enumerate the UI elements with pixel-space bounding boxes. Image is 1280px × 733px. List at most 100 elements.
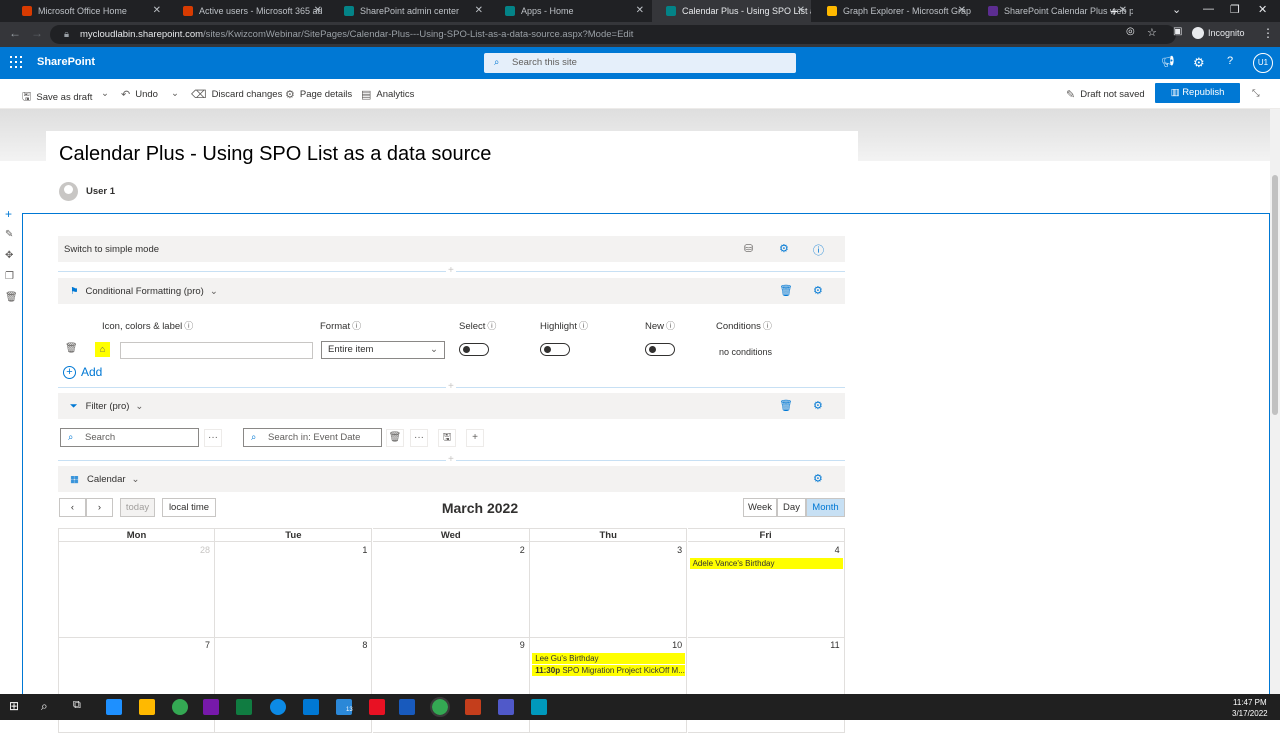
excel-icon[interactable] [236,699,252,715]
rule-label-input[interactable] [120,342,313,359]
tab-search-icon[interactable]: ⌄ [1172,3,1181,16]
save-as-draft-button[interactable]: 🖫︎ Save as draft [22,88,92,107]
calendar-day-cell[interactable]: 1 [215,542,373,638]
move-section-icon[interactable]: ✥ [5,250,13,261]
windows-start-icon[interactable]: ⊞ [9,699,25,715]
edit-section-icon[interactable]: ✎ [5,229,13,240]
minimize-icon[interactable]: — [1203,3,1214,15]
page-title[interactable]: Calendar Plus - Using SPO List as a data… [59,143,491,166]
page-details-button[interactable]: ⚙ Page details [285,88,352,101]
undo-button[interactable]: ↶ Undo [121,88,158,101]
calendar-event[interactable]: Adele Vance's Birthday [689,558,843,569]
add-section-icon[interactable]: + [5,207,12,221]
settings-icon[interactable]: ⚙ [1193,55,1205,71]
close-tab-icon[interactable]: ✕ [636,5,644,16]
collapse-icon[interactable]: ⤡ [1252,88,1260,99]
view-month-button[interactable]: Month [806,498,845,517]
day-number[interactable]: 8 [362,640,367,650]
search-more-button[interactable]: ··· [204,429,222,447]
forward-icon[interactable]: → [31,26,43,40]
info-icon[interactable]: ⓘ [813,242,824,258]
page-scrollbar-thumb[interactable] [1272,175,1278,415]
filter-settings-icon[interactable]: ⚙ [813,399,823,412]
calendar-day-cell[interactable]: 4 [687,542,845,638]
database-icon[interactable]: ⛁ [744,242,753,255]
megaphone-icon[interactable]: 📢︎ [1161,55,1175,68]
todo-icon[interactable]: 13 [336,699,353,715]
close-tab-icon[interactable]: ✕ [1119,5,1127,16]
info-icon[interactable]: ⓘ [763,321,772,331]
back-icon[interactable]: ← [9,26,21,40]
calendar-day-cell[interactable]: 3 [530,542,688,638]
calendar-settings-icon[interactable]: ⚙ [813,472,823,485]
site-search-input[interactable]: ⌕ Search this site [484,53,796,73]
url-field[interactable]: 🔒︎ mycloudlabin.sharepoint.com/sites/Kwi… [50,25,1176,44]
chrome-icon[interactable] [172,699,188,715]
author-name[interactable]: User 1 [86,186,115,197]
close-tab-icon[interactable]: ✕ [475,5,483,16]
close-window-icon[interactable]: ✕ [1258,3,1267,16]
calendar-event[interactable]: Lee Gu's Birthday [532,653,686,664]
powerpoint-icon[interactable] [465,699,481,715]
search-input[interactable]: ⌕ Search [60,428,199,447]
search-icon[interactable]: ⌕ [41,699,57,715]
new-tab-button[interactable]: + [1110,3,1118,19]
delete-formatting-icon[interactable]: 🗑︎ [779,284,793,297]
day-number[interactable]: 10 [672,640,682,650]
calendar-day-cell[interactable]: 28 [58,542,215,638]
day-number[interactable]: 7 [205,640,210,650]
restore-icon[interactable]: ❐ [1230,3,1240,16]
close-tab-icon[interactable]: ✕ [314,5,322,16]
webpart-settings-icon[interactable]: ⚙ [779,242,789,255]
view-week-button[interactable]: Week [743,498,777,517]
help-icon[interactable]: ? [1227,55,1233,67]
task-view-icon[interactable]: ⧉ [73,699,89,715]
close-tab-icon[interactable]: ✕ [958,5,966,16]
calendar-toggle[interactable]: ▦ Calendar ⌄ [70,474,140,485]
view-day-button[interactable]: Day [777,498,806,517]
browser-tab[interactable]: Apps - Home ✕ [491,0,650,22]
info-icon[interactable]: ⓘ [579,321,588,331]
save-filter-button[interactable]: 🖫︎ [438,429,456,447]
info-icon[interactable]: ⓘ [352,321,361,331]
day-number[interactable]: 1 [362,545,367,555]
close-tab-icon[interactable]: ✕ [153,5,161,16]
eye-off-icon[interactable]: ◎ [1126,26,1135,37]
next-month-button[interactable]: › [86,498,113,517]
browser-tab[interactable]: Calendar Plus - Using SPO List a ✕ [652,0,811,22]
conditional-formatting-toggle[interactable]: ⚑ Conditional Formatting (pro) ⌄ [70,286,218,297]
edge-icon[interactable] [270,699,286,715]
onenote-icon[interactable] [203,699,219,715]
format-dropdown[interactable]: Entire item ⌄ [321,341,445,359]
browser-tab[interactable]: Active users - Microsoft 365 ad ✕ [169,0,328,22]
search-in-input[interactable]: ⌕ Search in: Event Date [243,428,382,447]
user-avatar[interactable]: U1 [1253,53,1273,73]
delete-filter-field-button[interactable]: 🗑︎ [386,429,404,447]
day-number[interactable]: 9 [520,640,525,650]
app-launcher-icon[interactable] [10,56,22,68]
local-time-button[interactable]: local time [162,498,216,517]
info-icon[interactable]: ⓘ [666,321,675,331]
day-number[interactable]: 4 [835,545,840,555]
settings-app-icon[interactable] [531,699,547,715]
outlook-icon[interactable] [303,699,319,715]
analytics-button[interactable]: ▤ Analytics [361,88,414,101]
info-icon[interactable]: ⓘ [184,321,193,331]
star-icon[interactable]: ☆ [1147,26,1157,39]
new-toggle[interactable] [645,343,675,356]
file-explorer-icon[interactable] [139,699,155,715]
highlight-toggle[interactable] [540,343,570,356]
today-button[interactable]: today [120,498,155,517]
prev-month-button[interactable]: ‹ [59,498,86,517]
undo-chevron-down-icon[interactable]: ⌄ [171,88,179,99]
close-tab-icon[interactable]: ✕ [797,5,805,16]
color-picker-icon[interactable]: ⌂ [95,342,110,357]
day-number[interactable]: 28 [200,545,210,555]
add-row-plus-icon[interactable]: + [446,381,456,392]
switch-simple-mode-link[interactable]: Switch to simple mode [64,244,159,255]
filter-more-button[interactable]: ··· [410,429,428,447]
add-filter-button[interactable]: + [466,429,484,447]
add-row-plus-icon[interactable]: + [446,454,456,465]
incognito-indicator[interactable]: Incognito [1192,27,1245,39]
sidebar-icon[interactable]: ▣ [1173,26,1182,37]
